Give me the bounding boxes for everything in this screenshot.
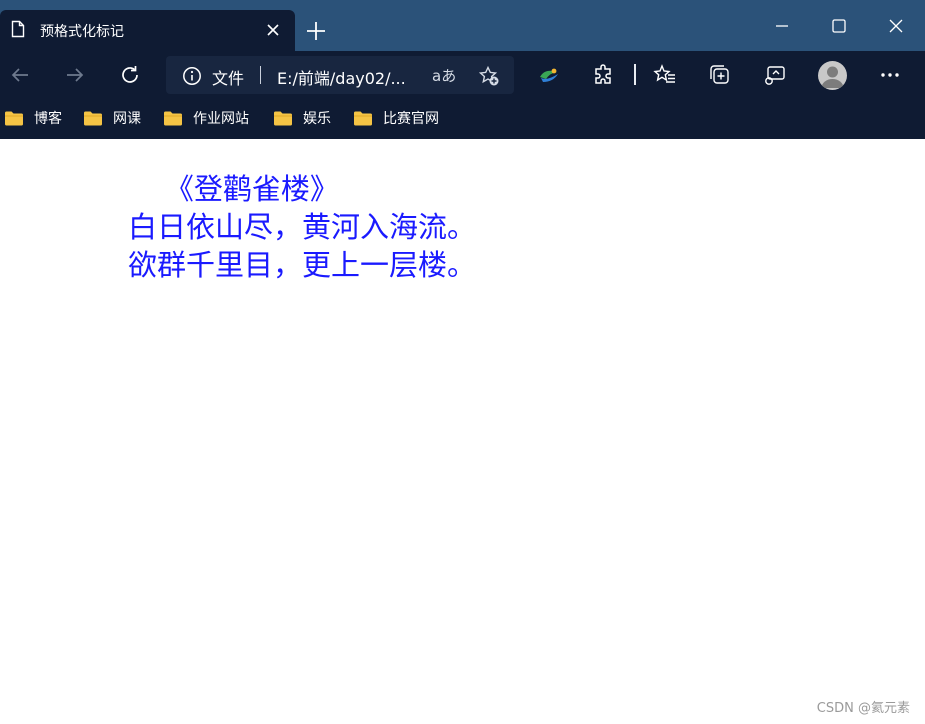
browser-window: 预格式化标记 文件 E:/前端/day02/... aあ 博客 网课 作业网站 … [0,0,925,724]
bookmark-folder[interactable]: 博客 [4,107,62,129]
title-bar: 预格式化标记 [0,0,925,51]
address-url[interactable]: E:/前端/day02/... [277,65,406,89]
extension-logo-icon[interactable] [537,63,561,87]
watermark: CSDN @氦元素 [816,701,910,716]
bookmark-folder[interactable]: 网课 [83,107,141,129]
poem-preformatted: 《登鹳雀楼》 白日依山尽，黄河入海流。 欲群千里目，更上一层楼。 [128,170,476,284]
more-menu-icon[interactable] [878,63,902,87]
folder-icon [354,111,372,126]
forward-arrow-icon[interactable] [63,63,87,87]
toolbar: 文件 E:/前端/day02/... aあ [0,51,925,99]
add-favorite-icon[interactable] [478,65,500,87]
bookmark-folder[interactable]: 娱乐 [273,107,331,129]
new-tab-icon[interactable] [305,20,327,42]
info-icon[interactable] [182,66,202,86]
folder-icon [274,111,292,126]
bookmark-label: 网课 [113,111,141,127]
collections-icon[interactable] [708,63,732,87]
folder-icon [164,111,182,126]
address-separator [260,66,261,84]
tab-title: 预格式化标记 [40,24,124,40]
active-tab[interactable]: 预格式化标记 [0,10,295,51]
bookmark-label: 博客 [34,111,62,127]
bookmark-label: 作业网站 [193,111,249,127]
extensions-icon[interactable] [592,63,616,87]
refresh-icon[interactable] [118,63,142,87]
toolbar-divider [634,64,636,85]
address-scheme-label: 文件 [212,69,245,88]
address-bar[interactable]: 文件 E:/前端/day02/... aあ [166,56,514,94]
favorites-icon[interactable] [653,63,677,87]
close-window-icon[interactable] [884,14,908,38]
bookmark-label: 娱乐 [303,111,331,127]
close-tab-icon[interactable] [264,21,282,39]
maximize-icon[interactable] [827,14,851,38]
share-screen-icon[interactable] [763,63,787,87]
page-icon [11,20,25,38]
profile-avatar[interactable] [818,61,847,90]
bookmark-folder[interactable]: 作业网站 [163,107,249,129]
poem-line: 白日依山尽，黄河入海流。 [128,210,477,244]
page-content: 《登鹳雀楼》 白日依山尽，黄河入海流。 欲群千里目，更上一层楼。 CSDN @氦… [0,139,925,724]
read-aloud-icon[interactable]: aあ [432,65,456,86]
back-arrow-icon[interactable] [8,63,32,87]
user-icon [821,66,844,88]
folder-icon [5,111,23,126]
bookmarks-bar: 博客 网课 作业网站 娱乐 比赛官网 [0,99,925,139]
folder-icon [84,111,102,126]
minimize-icon[interactable] [770,14,794,38]
bookmark-folder[interactable]: 比赛官网 [353,107,439,129]
bookmark-label: 比赛官网 [383,111,439,127]
poem-line: 欲群千里目，更上一层楼。 [128,248,477,282]
poem-title: 《登鹳雀楼》 [128,172,339,206]
